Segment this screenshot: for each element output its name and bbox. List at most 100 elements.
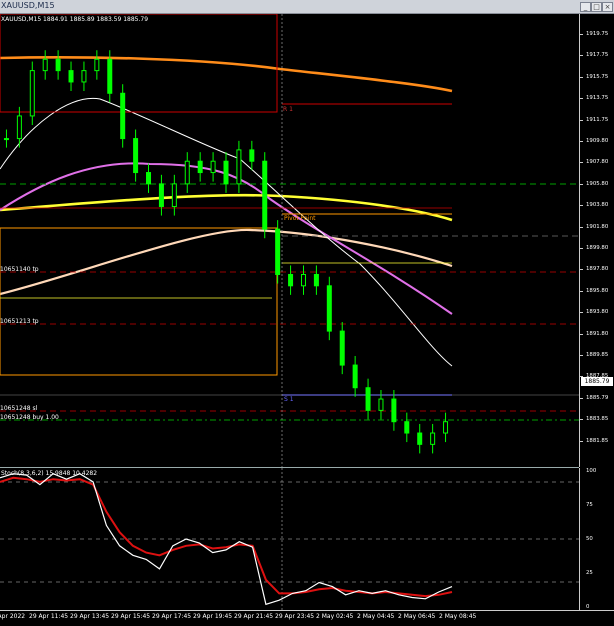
price-tick-mark [580, 183, 583, 185]
time-tick-label: 29 Apr 23:45 [275, 613, 315, 620]
osc-tick-label: 100 [586, 468, 597, 474]
time-tick-label: 2 May 02:45 [316, 613, 354, 620]
candle-body [3, 138, 9, 141]
candle-body [120, 92, 126, 140]
price-tick-label: 1885.79 [586, 394, 609, 401]
price-tick-label: 1899.80 [586, 245, 609, 251]
price-tick-mark [580, 419, 583, 421]
close-button[interactable]: × [602, 2, 613, 12]
time-tick-label: 29 Apr 11:45 [29, 613, 69, 620]
buy-label: 10651248 buy 1.00 [0, 414, 59, 421]
pivot-box [0, 227, 278, 376]
osc-label: Stoch(8,3,6,2) 15.9848 10.4282 [1, 470, 98, 477]
price-tick-label: 1919.75 [586, 31, 609, 37]
candle-body [146, 172, 152, 185]
candle-body [443, 421, 449, 434]
candle-body [365, 387, 371, 411]
candle-body [378, 398, 384, 411]
candle-body [288, 273, 294, 287]
price-tick-mark [580, 34, 583, 35]
candle-body [404, 421, 410, 434]
window-titlebar: XAUUSD,M15 _ □ × [0, 0, 614, 14]
candle-body [42, 58, 48, 72]
stoch-signal-line [0, 476, 453, 598]
candle-body [236, 149, 242, 185]
price-tick-mark [580, 119, 583, 121]
candlestick-group [3, 50, 449, 454]
price-tick-mark [580, 397, 583, 399]
time-tick-label: 2 May 06:45 [398, 613, 436, 620]
price-axis[interactable]: 1919.75 1917.75 1915.75 1913.75 1911.75 1909.… [579, 14, 614, 467]
candle-body [339, 330, 345, 366]
price-tick-label: 1909.80 [586, 138, 609, 144]
candle-body [68, 70, 74, 83]
tp2-label: 10651213 tp [0, 318, 39, 325]
candle-body [184, 160, 190, 185]
time-tick-label: 29 Apr 13:45 [70, 613, 110, 620]
current-price-tag: 1885.79 [581, 377, 613, 386]
time-tick-label: 29 Apr 2022 [0, 613, 26, 620]
price-tick-mark [580, 205, 583, 207]
price-tick-label: 1913.75 [586, 95, 609, 102]
price-tick-label: 1895.80 [586, 287, 609, 294]
time-tick-label: 29 Apr 17:45 [152, 613, 192, 620]
sl-label: 10651248 sl [0, 405, 38, 412]
candle-body [210, 160, 216, 174]
time-axis: 29 Apr 202229 Apr 11:4529 Apr 13:4529 Ap… [0, 610, 614, 626]
price-tick-mark [580, 355, 583, 356]
price-tick-label: 1889.85 [586, 352, 609, 358]
osc-axis: 100 75 50 25 0 [579, 468, 614, 610]
price-tick-mark [580, 98, 583, 100]
price-tick-label: 1881.85 [586, 437, 609, 444]
osc-tick-label: 75 [586, 502, 593, 508]
price-tick-label: 1905.80 [586, 180, 609, 187]
candle-body [249, 149, 255, 162]
price-tick-mark [580, 55, 583, 57]
price-tick-mark [580, 76, 583, 78]
candle-body [55, 58, 61, 72]
candle-body [107, 58, 113, 94]
candle-body [197, 160, 203, 174]
price-tick-label: 1893.80 [586, 309, 609, 316]
price-tick-label: 1891.80 [586, 330, 609, 337]
candle-body [430, 432, 436, 445]
candle-body [171, 183, 177, 208]
price-tick-label: 1907.80 [586, 159, 609, 166]
candle-body [391, 398, 397, 423]
time-tick-label: 2 May 04:45 [357, 613, 395, 620]
window-title: XAUUSD,M15 [1, 1, 55, 10]
price-tick-label: 1883.85 [586, 416, 609, 423]
candle-body [94, 58, 100, 72]
price-tick-mark [580, 162, 583, 164]
osc-tick-label: 25 [586, 570, 593, 576]
price-chart-pane[interactable]: XAUUSD,M15 1884.91 1885.89 1883.59 1885.… [0, 14, 579, 468]
price-tick-label: 1901.80 [586, 223, 609, 230]
price-tick-label: 1903.80 [586, 202, 609, 209]
minimize-button[interactable]: _ [580, 2, 591, 12]
time-tick-label: 29 Apr 15:45 [111, 613, 151, 620]
tp1-label: 10651140 tp [0, 266, 39, 273]
candle-body [16, 115, 22, 140]
candle-body [313, 273, 319, 287]
price-tick-mark [580, 290, 583, 292]
chart-info: XAUUSD,M15 1884.91 1885.89 1883.59 1885.… [1, 16, 149, 23]
candle-body [133, 138, 139, 174]
price-tick-label: 1915.75 [586, 73, 609, 80]
candle-body [81, 70, 87, 83]
price-tick-mark [580, 312, 583, 314]
price-tick-mark [580, 440, 583, 442]
price-tick-label: 1917.75 [586, 52, 609, 59]
candle-body [352, 364, 358, 389]
osc-tick-label: 50 [586, 536, 593, 542]
price-tick-mark [580, 141, 583, 142]
ma-peach-line [0, 228, 453, 296]
price-tick-label: 1911.75 [586, 116, 609, 123]
candle-body [300, 273, 306, 287]
ma-orange-line [0, 56, 453, 93]
time-tick-label: 29 Apr 19:45 [193, 613, 233, 620]
candle-body [326, 285, 332, 332]
time-tick-label: 2 May 08:45 [439, 613, 477, 620]
maximize-button[interactable]: □ [591, 2, 602, 12]
stochastic-pane[interactable]: Stoch(8,3,6,2) 15.9848 10.4282 [0, 468, 579, 610]
candle-body [275, 228, 281, 275]
